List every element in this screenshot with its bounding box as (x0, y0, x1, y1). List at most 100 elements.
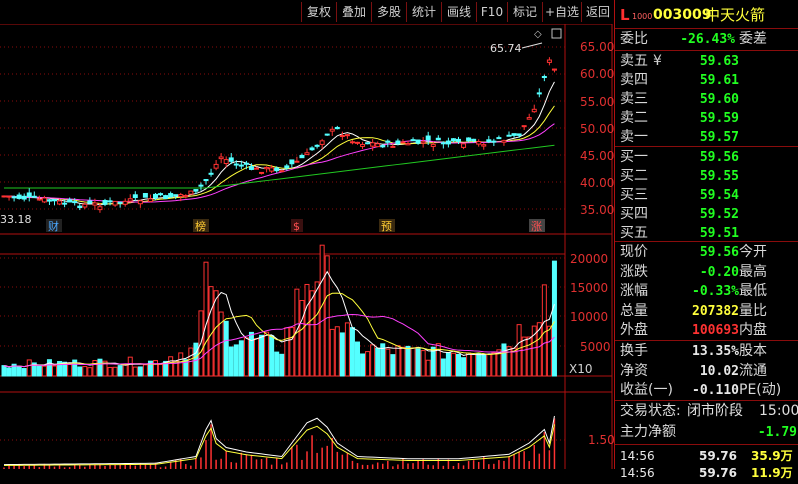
event-marker[interactable]: 预 (381, 220, 392, 233)
statistics-button[interactable]: 统计 (406, 2, 441, 22)
quote-stat-label: 涨幅 (620, 283, 648, 300)
mark-button[interactable]: 标记 (507, 2, 542, 22)
candlesticks (1, 57, 557, 213)
volume-bar (77, 366, 83, 377)
candle (299, 154, 305, 159)
ask-level-value: 59.59 (699, 111, 739, 126)
quote-stat2: 换手 13.35% 股本 (615, 341, 798, 362)
candle (112, 200, 118, 206)
price-tick: 55.00 (580, 95, 614, 109)
event-marker[interactable]: $ (293, 220, 300, 233)
candle (238, 164, 244, 167)
volume-bar (375, 347, 381, 377)
candle (496, 137, 502, 140)
volume-bar (405, 345, 411, 377)
volume-bar (506, 346, 512, 377)
volume-bar (355, 341, 360, 377)
candle (117, 201, 123, 204)
event-marker[interactable]: 涨 (531, 220, 542, 233)
volume-tick: 20000 (570, 252, 608, 266)
candle (102, 200, 108, 205)
candle (269, 167, 275, 172)
bid-level-value: 59.54 (699, 188, 739, 203)
stock-header: L 1000 003009 中天火箭 (615, 5, 798, 27)
restore-rights-button[interactable]: 复权 (301, 2, 336, 22)
volume-bar (360, 353, 366, 377)
quote-stat-label2: 最低 (739, 283, 767, 300)
volume-bar (450, 352, 456, 377)
quote-panel: L 1000 003009 中天火箭 委比 -26.43% 委差 交易状态: 闭… (614, 0, 798, 480)
candle (132, 194, 138, 199)
volume-bar (21, 368, 27, 377)
volume-bar (481, 354, 487, 377)
candle (107, 200, 113, 203)
volume-bar (158, 363, 164, 377)
volume-bar (41, 365, 47, 377)
quote-stat2: 净资 10.02 流通 (615, 361, 798, 382)
quote-stat2-label2: PE(动) (739, 382, 782, 398)
volume-bar (400, 346, 406, 377)
volume-bar (476, 353, 482, 377)
volume-bar (52, 365, 57, 377)
bid-level-label: 买二 (620, 168, 648, 184)
draw-line-button[interactable]: 画线 (441, 2, 476, 22)
flag-label: L (620, 6, 630, 24)
volume-bar (213, 290, 219, 377)
window-toggle-icon[interactable] (551, 28, 562, 39)
volume-bar (314, 281, 320, 377)
candle (445, 140, 451, 145)
stock-chart[interactable]: 65.00 60.00 55.00 50.00 45.00 40.00 35.0… (0, 0, 614, 469)
volume-bar (223, 320, 229, 377)
candle (344, 134, 350, 137)
overlay-button[interactable]: 叠加 (336, 2, 371, 22)
candle (158, 193, 164, 196)
volume-bar (6, 367, 12, 377)
candle (491, 140, 497, 143)
candle (87, 200, 93, 204)
candle (425, 135, 431, 141)
candle (486, 139, 492, 143)
quote-stat-label: 总量 (620, 302, 648, 319)
trade-status-value: 闭市阶段 (687, 403, 743, 419)
volume-bar (466, 352, 472, 377)
bid-level-label: 买三 (620, 187, 648, 203)
event-marker[interactable]: 榜 (195, 219, 206, 233)
bid-level-value: 59.56 (699, 150, 739, 165)
volume-bar (344, 322, 350, 377)
candle (46, 199, 52, 202)
candle (248, 166, 254, 170)
volume-bar (67, 363, 73, 377)
volume-bar (289, 327, 295, 377)
ask-level: 卖三 59.60 (615, 89, 798, 110)
main-force-value: -1.79 (757, 425, 797, 440)
candle (213, 163, 219, 169)
candle (541, 76, 547, 79)
multi-stock-button[interactable]: 多股 (371, 2, 406, 22)
candle (57, 200, 63, 205)
ask-level-label: 卖二 (620, 110, 648, 126)
diamond-icon[interactable]: ◇ (534, 29, 542, 40)
volume-bar (228, 346, 234, 377)
f10-button[interactable]: F10 (476, 2, 507, 22)
back-button[interactable]: 返回 (581, 2, 615, 22)
candle (274, 167, 280, 172)
candle (21, 195, 27, 200)
volume-bar (238, 340, 244, 377)
candle (208, 172, 214, 175)
volume-bar (425, 359, 431, 377)
tick-volume: 11.9万 (751, 466, 793, 480)
volume-bar (279, 353, 285, 377)
candle (62, 202, 68, 205)
event-marker[interactable]: 财 (48, 219, 59, 233)
ask-level-value: 59.63 (699, 54, 739, 69)
trade-status-time: 15:00 (759, 403, 798, 419)
price-tick: 65.00 (580, 40, 614, 54)
price-tick: 35.00 (580, 203, 614, 217)
candle (142, 193, 148, 198)
quote-stat: 涨跌 -0.20 最高 (615, 262, 798, 283)
candle (178, 194, 184, 197)
volume-bar (36, 365, 42, 377)
main-force-row: 主力净额 -1.79 (615, 422, 798, 443)
add-watchlist-button[interactable]: +自选 (542, 2, 581, 22)
candle (173, 194, 179, 197)
